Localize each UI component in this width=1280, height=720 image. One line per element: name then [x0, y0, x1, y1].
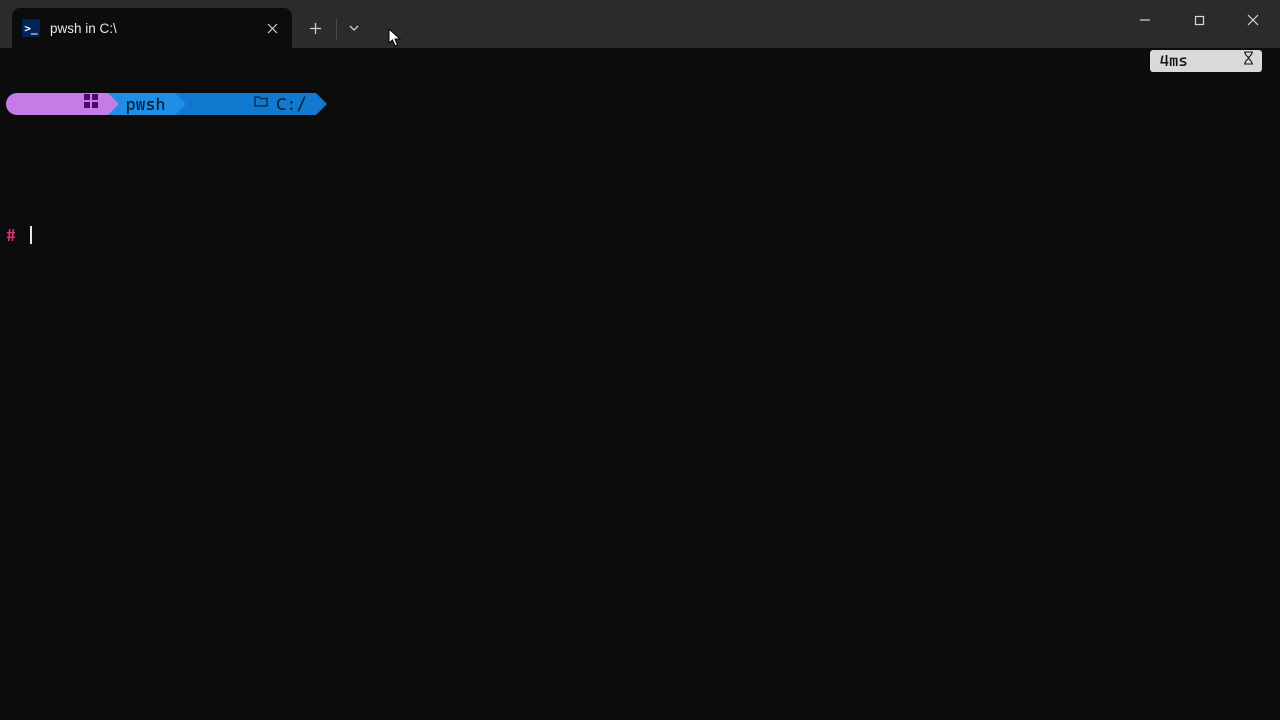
tab-divider	[336, 18, 337, 40]
prompt-shell-label: pwsh	[126, 93, 166, 115]
right-prompt-timing: 4ms	[1150, 50, 1262, 72]
tab-title: pwsh in C:\	[50, 21, 250, 36]
new-tab-button[interactable]	[298, 11, 332, 45]
prompt-prefix: #	[6, 224, 30, 246]
prompt-segment-logo	[6, 93, 108, 115]
close-tab-button[interactable]	[260, 16, 284, 40]
prompt-segment-path: C:/	[175, 93, 316, 115]
command-input-line[interactable]: #	[0, 224, 1280, 246]
prompt-path-label: C:/	[276, 93, 306, 115]
title-bar: >_ pwsh in C:\	[0, 0, 1280, 48]
tab-dropdown-button[interactable]	[339, 11, 369, 45]
powershell-icon: >_	[22, 19, 40, 37]
hourglass-icon	[1194, 28, 1254, 94]
terminal-viewport[interactable]: pwsh C:/ 4ms #	[0, 48, 1280, 720]
prompt-line: pwsh C:/	[0, 92, 1280, 114]
folder-icon	[193, 71, 268, 137]
text-cursor	[30, 226, 32, 244]
terminal-tab[interactable]: >_ pwsh in C:\	[12, 8, 292, 48]
windows-icon	[18, 71, 98, 137]
timing-value: 4ms	[1160, 50, 1188, 72]
minimize-button[interactable]	[1118, 0, 1172, 40]
